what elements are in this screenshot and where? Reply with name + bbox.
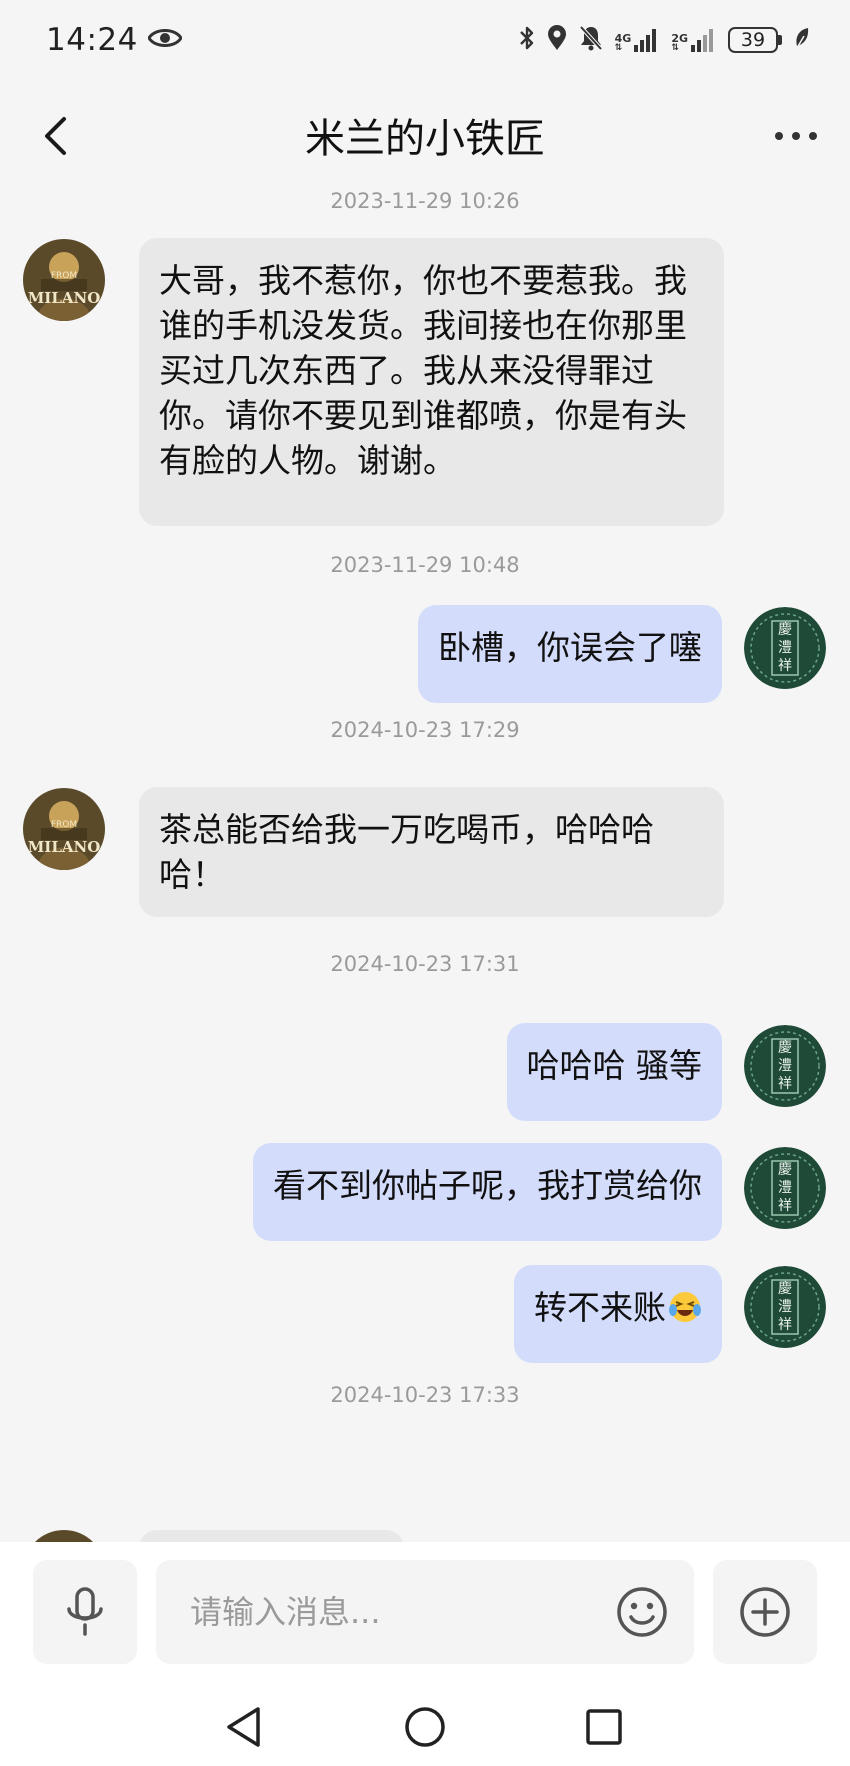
status-right: 4G ⇅ 2G ⇅ 39 xyxy=(519,25,810,55)
avatar-label-milano: MILANO xyxy=(27,838,101,856)
nav-home-button[interactable] xyxy=(395,1697,455,1757)
battery-tip xyxy=(778,35,782,45)
incoming-message-bubble[interactable]: 大哥，我不惹你，你也不要惹我。我谁的手机没发货。我间接也在你那里买过几次东西了。… xyxy=(139,238,724,526)
contact-avatar[interactable] xyxy=(23,1530,105,1542)
net-arrows-icon: ⇅ xyxy=(614,43,623,53)
outgoing-message-bubble[interactable]: 转不来账 xyxy=(514,1265,722,1363)
square-recents-icon xyxy=(586,1709,622,1745)
emoji-button[interactable] xyxy=(610,1580,674,1644)
add-attachment-button[interactable] xyxy=(713,1560,817,1664)
chat-header: 米兰的小铁匠 xyxy=(0,80,850,190)
status-time: 14:24 xyxy=(46,22,138,58)
status-left: 14:24 xyxy=(46,22,183,58)
self-avatar[interactable]: 慶澧祥 xyxy=(744,1266,826,1348)
chat-title: 米兰的小铁匠 xyxy=(305,116,545,162)
nav-back-button[interactable] xyxy=(214,1697,274,1757)
laughing-crying-emoji-icon xyxy=(669,1292,701,1322)
input-bar xyxy=(0,1542,850,1664)
outgoing-message-bubble[interactable]: 哈哈哈 骚等 xyxy=(506,1023,722,1121)
smiley-icon xyxy=(617,1587,667,1637)
net-arrows-icon: ⇅ xyxy=(671,43,679,53)
message-timestamp: 2023-11-29 10:48 xyxy=(330,553,520,577)
outgoing-message-bubble[interactable]: 卧槽，你误会了噻 xyxy=(418,605,722,703)
self-avatar[interactable]: 慶澧祥 xyxy=(744,607,826,689)
signal-icon-2g: 2G ⇅ xyxy=(671,27,716,53)
more-button[interactable] xyxy=(766,108,826,164)
message-timestamp: 2024-10-23 17:31 xyxy=(330,952,520,976)
chevron-left-icon xyxy=(45,117,66,155)
incoming-message-bubble[interactable] xyxy=(139,1530,404,1542)
message-timestamp: 2024-10-23 17:33 xyxy=(330,1383,520,1407)
message-timestamp: 2023-11-29 10:26 xyxy=(330,190,520,213)
avatar-label-from: FROM xyxy=(50,820,78,830)
triangle-back-icon xyxy=(227,1707,260,1747)
self-avatar-label: 慶澧祥 xyxy=(778,1281,792,1333)
outgoing-message-bubble[interactable]: 看不到你帖子呢，我打赏给你 xyxy=(253,1143,722,1241)
self-avatar[interactable]: 慶澧祥 xyxy=(744,1147,826,1229)
back-button[interactable] xyxy=(28,108,84,164)
plus-circle-icon xyxy=(740,1587,790,1637)
mute-icon xyxy=(579,25,603,55)
avatar-label-from: FROM xyxy=(50,271,78,281)
self-avatar[interactable]: 慶澧祥 xyxy=(744,1025,826,1107)
eye-icon xyxy=(147,27,183,53)
incoming-message-bubble[interactable]: 茶总能否给我一万吃喝币，哈哈哈哈！ xyxy=(139,787,724,917)
circle-home-icon xyxy=(405,1707,445,1747)
battery-indicator: 39 xyxy=(728,27,782,53)
microphone-icon xyxy=(67,1587,103,1636)
self-avatar-label: 慶澧祥 xyxy=(778,1162,792,1214)
message-timestamp: 2024-10-23 17:29 xyxy=(330,718,520,742)
message-list[interactable]: 2023-11-29 10:26 FROM MILANO 大哥，我不惹你，你也不… xyxy=(0,190,850,1542)
voice-button[interactable] xyxy=(33,1560,137,1664)
bluetooth-icon xyxy=(519,25,535,55)
self-avatar-label: 慶澧祥 xyxy=(778,1040,792,1092)
leaf-icon xyxy=(794,26,810,54)
signal-icon-4g: 4G ⇅ xyxy=(615,27,660,53)
more-dots-icon xyxy=(775,132,817,140)
status-bar: 14:24 4G ⇅ 2G ⇅ 39 xyxy=(0,0,850,80)
message-text: 转不来账 xyxy=(534,1288,666,1327)
self-avatar-label: 慶澧祥 xyxy=(778,622,792,674)
battery-level: 39 xyxy=(728,27,778,53)
avatar-label-milano: MILANO xyxy=(27,289,101,307)
nav-recents-button[interactable] xyxy=(574,1697,634,1757)
system-nav-bar xyxy=(0,1688,850,1766)
location-icon xyxy=(547,25,567,55)
